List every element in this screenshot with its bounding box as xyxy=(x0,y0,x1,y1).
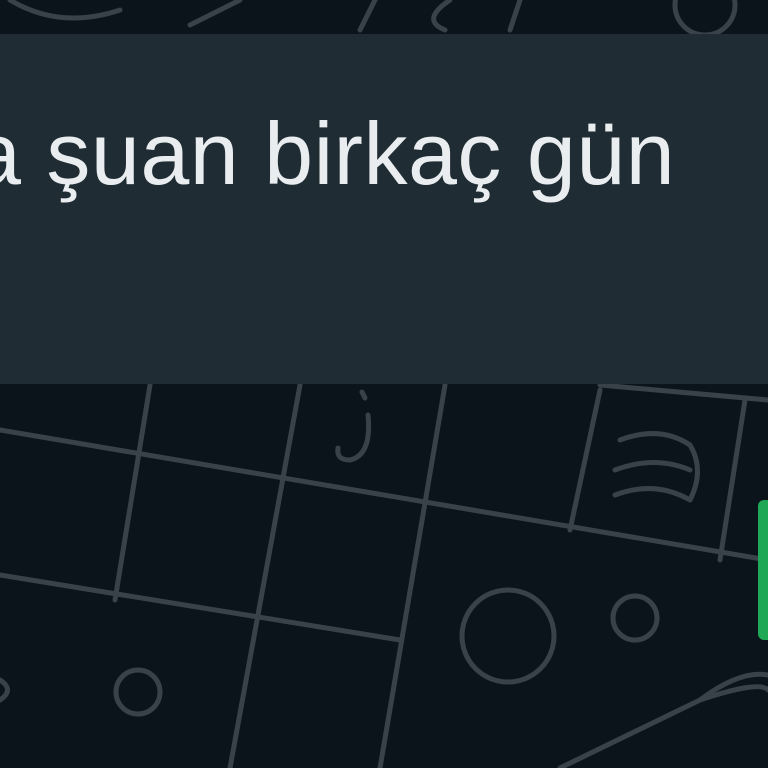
wallpaper-grid-line xyxy=(227,382,303,768)
wallpaper-doodle-circle-small xyxy=(113,667,163,717)
wallpaper-doodle-circle-large xyxy=(459,587,557,685)
wallpaper-doodle-circle-small xyxy=(610,593,660,643)
wallpaper-doodle-m xyxy=(612,431,700,503)
wallpaper-grid-line xyxy=(597,382,768,403)
wallpaper-doodle-top-mid xyxy=(187,0,243,28)
message-bubble[interactable]: a şuan birkaç gün xyxy=(0,34,768,384)
wallpaper-doodle-j xyxy=(335,389,372,463)
wallpaper-grid-line xyxy=(717,397,748,563)
wallpaper-doodle-hand xyxy=(557,684,768,768)
wallpaper-grid-line xyxy=(0,427,768,563)
chat-screen: a şuan birkaç gün xyxy=(0,0,768,768)
wallpaper-grid-line xyxy=(112,382,153,603)
wallpaper-grid-line xyxy=(0,572,403,643)
wallpaper-doodle-top-line-2 xyxy=(507,0,523,33)
wallpaper-doodle-arc xyxy=(0,677,10,703)
send-button-edge[interactable] xyxy=(758,500,768,640)
wallpaper-doodle-top-circle xyxy=(672,0,738,38)
wallpaper-grid-line xyxy=(377,382,448,768)
wallpaper-doodle-top-line xyxy=(357,0,378,33)
message-text: a şuan birkaç gün xyxy=(0,104,676,203)
wallpaper-doodle-top-left xyxy=(7,0,123,21)
wallpaper-grid-line xyxy=(567,387,603,533)
wallpaper-doodle-top-c xyxy=(431,0,453,33)
